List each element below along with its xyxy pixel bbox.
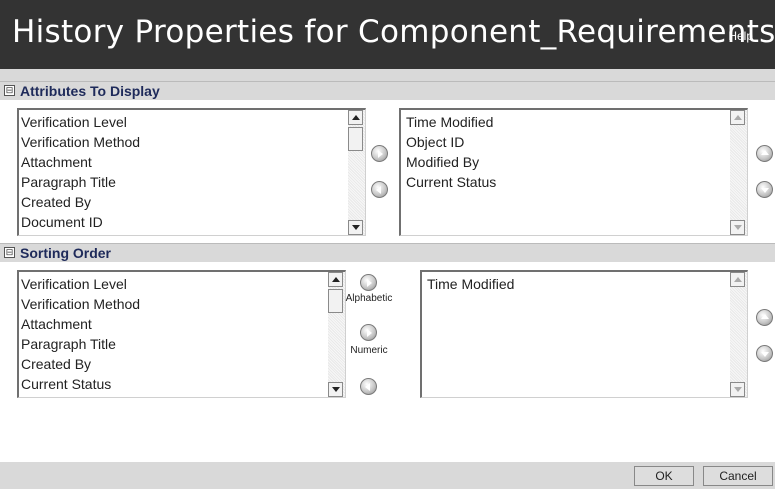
attributes-section-header[interactable]: ⊟ Attributes To Display: [0, 81, 775, 100]
scroll-up-icon: [733, 277, 742, 282]
collapse-icon[interactable]: ⊟: [4, 247, 15, 258]
arrow-up-icon: [760, 150, 769, 155]
remove-sort-button[interactable]: [360, 378, 377, 395]
list-item[interactable]: Document ID: [21, 212, 347, 232]
arrow-down-icon: [760, 188, 769, 193]
arrow-right-icon: [367, 328, 372, 337]
selected-sort-fields-list[interactable]: Time Modified: [420, 270, 748, 398]
scroll-up-icon: [351, 115, 360, 120]
arrow-left-icon: [365, 382, 370, 391]
list-item[interactable]: Time Modified: [427, 274, 729, 294]
move-attribute-down-button[interactable]: [756, 181, 773, 198]
scroll-up-icon: [733, 115, 742, 120]
title-bar: History Properties for Component_Require…: [0, 0, 775, 69]
available-sort-fields-scrollbar[interactable]: [328, 272, 345, 397]
remove-attribute-button[interactable]: [371, 181, 388, 198]
scroll-down-button[interactable]: [730, 220, 745, 235]
sorting-section-label: Sorting Order: [20, 245, 112, 261]
numeric-label: Numeric: [350, 345, 388, 356]
sorting-section-header[interactable]: ⊟ Sorting Order: [0, 243, 775, 262]
list-item[interactable]: Time Modified: [406, 112, 729, 132]
list-item[interactable]: Verification Level: [21, 274, 327, 294]
move-attribute-up-button[interactable]: [756, 145, 773, 162]
selected-attributes-list[interactable]: Time Modified Object ID Modified By Curr…: [399, 108, 748, 236]
list-item[interactable]: Current Status: [406, 172, 729, 192]
scroll-thumb[interactable]: [348, 127, 363, 151]
scroll-down-icon: [733, 387, 742, 392]
available-sort-fields-list[interactable]: Verification Level Verification Method A…: [17, 270, 346, 398]
scroll-up-icon: [331, 277, 340, 282]
help-link[interactable]: Help: [728, 29, 753, 43]
list-item[interactable]: Created By: [21, 192, 347, 212]
ok-button[interactable]: OK: [634, 466, 694, 486]
list-item[interactable]: Current Status: [21, 374, 327, 394]
available-attributes-scrollbar[interactable]: [348, 110, 365, 235]
list-item[interactable]: Attachment: [21, 152, 347, 172]
dialog-title: History Properties for Component_Require…: [12, 14, 775, 50]
arrow-right-icon: [378, 149, 383, 158]
scroll-down-icon: [351, 225, 360, 230]
scroll-up-button[interactable]: [328, 272, 343, 287]
list-item[interactable]: Modified By: [406, 152, 729, 172]
alphabetic-label: Alphabetic: [345, 293, 393, 304]
list-item[interactable]: Verification Level: [21, 112, 347, 132]
collapse-icon[interactable]: ⊟: [4, 85, 15, 96]
arrow-down-icon: [760, 352, 769, 357]
scroll-up-button[interactable]: [730, 272, 745, 287]
scroll-up-button[interactable]: [348, 110, 363, 125]
scroll-down-button[interactable]: [730, 382, 745, 397]
list-item[interactable]: Created By: [21, 354, 327, 374]
scroll-down-icon: [331, 387, 340, 392]
move-sort-down-button[interactable]: [756, 345, 773, 362]
cancel-button[interactable]: Cancel: [703, 466, 773, 486]
add-numeric-sort-button[interactable]: [360, 324, 377, 341]
attributes-section-label: Attributes To Display: [20, 83, 160, 99]
list-item[interactable]: Paragraph Title: [21, 172, 347, 192]
title-separator: [0, 69, 775, 81]
arrow-left-icon: [376, 185, 381, 194]
scroll-up-button[interactable]: [730, 110, 745, 125]
available-attributes-list[interactable]: Verification Level Verification Method A…: [17, 108, 366, 236]
add-alphabetic-sort-button[interactable]: [360, 274, 377, 291]
arrow-right-icon: [367, 278, 372, 287]
dialog-footer: OK Cancel: [0, 462, 775, 489]
selected-sort-fields-scrollbar[interactable]: [730, 272, 747, 397]
scroll-down-icon: [733, 225, 742, 230]
list-item[interactable]: Object ID: [406, 132, 729, 152]
list-item[interactable]: Attachment: [21, 314, 327, 334]
add-attribute-button[interactable]: [371, 145, 388, 162]
scroll-down-button[interactable]: [348, 220, 363, 235]
scroll-down-button[interactable]: [328, 382, 343, 397]
move-sort-up-button[interactable]: [756, 309, 773, 326]
list-item[interactable]: Verification Method: [21, 294, 327, 314]
arrow-up-icon: [760, 314, 769, 319]
selected-attributes-scrollbar[interactable]: [730, 110, 747, 235]
list-item[interactable]: Verification Method: [21, 132, 347, 152]
list-item[interactable]: Paragraph Title: [21, 334, 327, 354]
